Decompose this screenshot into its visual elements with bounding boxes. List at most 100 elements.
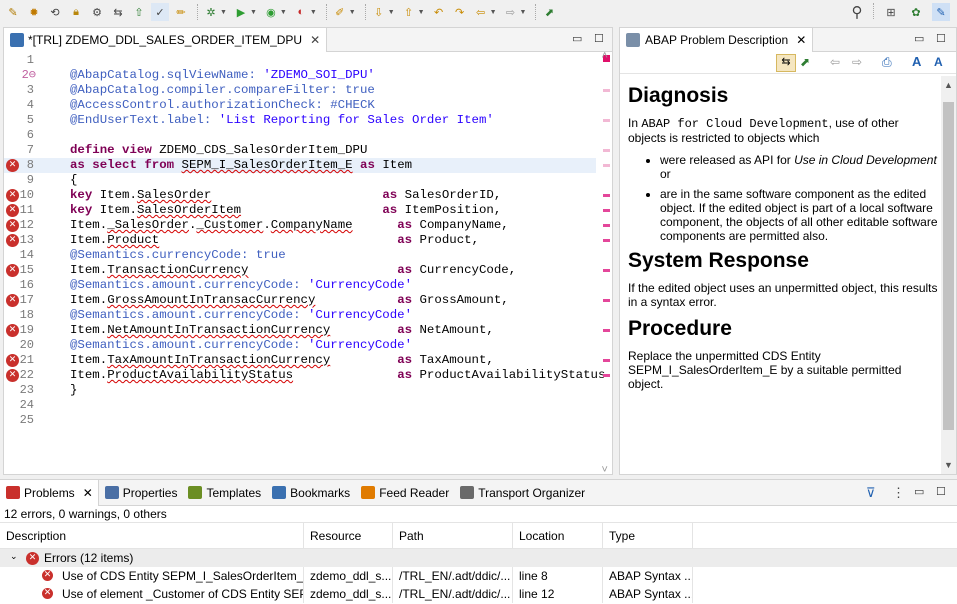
print-icon[interactable]: ⎙ (882, 55, 892, 70)
code-line[interactable]: 24 (4, 398, 596, 413)
code-line[interactable]: 7 define view ZDEMO_CDS_SalesOrderItem_DP… (4, 143, 596, 158)
back-icon[interactable]: ⇦ (472, 3, 490, 21)
error-icon[interactable]: ✕ (6, 324, 19, 337)
error-icon[interactable]: ✕ (6, 219, 19, 232)
debug-perspective-icon[interactable]: ✎ (932, 3, 950, 21)
error-icon[interactable]: ✕ (6, 354, 19, 367)
open-in-browser-icon[interactable]: ⬈ (800, 55, 810, 69)
maximize-icon[interactable]: ☐ (594, 32, 604, 45)
overview-ruler-marker[interactable] (603, 164, 610, 167)
overview-ruler-marker[interactable] (603, 224, 610, 227)
transport-icon[interactable]: ⇆ (109, 3, 127, 21)
maximize-icon[interactable]: ☐ (936, 485, 946, 498)
prev-annotation-icon[interactable]: ⇧ (400, 3, 418, 21)
back-icon[interactable]: ⇦ (830, 55, 840, 69)
error-icon[interactable]: ✕ (6, 189, 19, 202)
chevron-down-icon[interactable]: ▼ (388, 9, 395, 16)
table-row[interactable]: ✕ Use of CDS Entity SEPM_I_SalesOrderItem… (0, 567, 957, 585)
doc-tab[interactable]: ABAP Problem Description ✕ (620, 28, 814, 52)
editor-tab[interactable]: *[TRL] ZDEMO_DDL_SALES_ORDER_ITEM_DPU ✕ (4, 28, 328, 52)
code-line[interactable]: 14 @Semantics.currencyCode: true (4, 248, 596, 263)
minimize-icon[interactable]: ▭ (914, 32, 924, 45)
pen-icon[interactable]: ✏ (172, 3, 190, 21)
chevron-down-icon[interactable]: ▼ (220, 9, 227, 16)
code-line[interactable]: 11 ✕ key Item.SalesOrderItem as ItemPositi… (4, 203, 596, 218)
doc-scrollbar[interactable]: ▲ ▼ (941, 76, 956, 474)
overview-ruler-marker[interactable] (603, 194, 610, 197)
code-editor[interactable]: 1 2⊖ @AbapCatalog.sqlViewName: 'ZDEMO_SOI_… (4, 51, 612, 477)
view-menu-icon[interactable]: ⋮ (892, 485, 905, 501)
code-line[interactable]: 3 @AbapCatalog.compiler.compareFilter: tr… (4, 83, 596, 98)
overview-ruler-marker[interactable] (603, 149, 610, 152)
code-line[interactable]: 18 @Semantics.amount.currencyCode: 'Curre… (4, 308, 596, 323)
play-icon[interactable]: ▶ (232, 3, 250, 21)
chevron-down-icon[interactable]: ▼ (310, 9, 317, 16)
link-icon[interactable]: ✓ (151, 3, 169, 21)
overview-ruler-marker[interactable] (603, 374, 610, 377)
code-line[interactable]: 6 (4, 128, 596, 143)
chevron-down-icon[interactable]: ▼ (490, 9, 497, 16)
minimize-icon[interactable]: ▭ (572, 32, 582, 45)
scroll-up-icon[interactable]: ˄ (601, 51, 608, 63)
code-line[interactable]: 4 @AccessControl.authorizationCheck: #CHE… (4, 98, 596, 113)
debug-icon[interactable]: ✲ (202, 3, 220, 21)
overview-ruler-marker[interactable] (603, 119, 610, 122)
chevron-down-icon[interactable]: ▼ (418, 9, 425, 16)
code-line[interactable]: 16 @Semantics.amount.currencyCode: 'Curre… (4, 278, 596, 293)
minimize-icon[interactable]: ▭ (914, 485, 924, 498)
overview-ruler-marker[interactable] (603, 329, 610, 332)
tab-templates[interactable]: Templates (182, 480, 266, 506)
chevron-down-icon[interactable]: ⌄ (10, 551, 18, 562)
chevron-down-icon[interactable]: ▼ (250, 9, 257, 16)
filter-icon[interactable]: ⊽ (866, 485, 876, 501)
scroll-down-icon[interactable]: ▼ (944, 460, 953, 470)
code-line[interactable]: 8 ✕ as select from SEPM_I_SalesOrderItem_E… (4, 158, 596, 173)
code-line[interactable]: 13 ✕ Item.Product as Product, (4, 233, 596, 248)
table-group-row[interactable]: ⌄ ✕ Errors (12 items) (0, 549, 957, 567)
lock-icon[interactable]: 🔒︎ (67, 3, 85, 21)
close-icon[interactable]: ✕ (310, 33, 320, 47)
close-icon[interactable]: ✕ (83, 486, 93, 500)
scroll-up-icon[interactable]: ▲ (944, 80, 953, 90)
link-with-editor-icon[interactable]: ⇆ (776, 54, 796, 72)
tab-feed-reader[interactable]: Feed Reader (355, 480, 454, 506)
overview-ruler-marker[interactable] (603, 89, 610, 92)
column-header-type[interactable]: Type (603, 523, 693, 550)
scroll-thumb[interactable] (943, 102, 954, 430)
column-header-resource[interactable]: Resource (304, 523, 393, 550)
decrease-font-icon[interactable]: A (934, 55, 943, 69)
marker-icon[interactable]: ✐ (331, 3, 349, 21)
coverage-icon[interactable]: ◉ (262, 3, 280, 21)
code-line[interactable]: 23} (4, 383, 596, 398)
column-header-location[interactable]: Location (513, 523, 603, 550)
code-line[interactable]: 15 ✕ Item.TransactionCurrency as CurrencyC… (4, 263, 596, 278)
open-perspective-icon[interactable]: ⬈ (540, 3, 558, 21)
increase-font-icon[interactable]: A (912, 54, 921, 69)
tab-transport-organizer[interactable]: Transport Organizer (454, 480, 590, 506)
error-icon[interactable]: ✕ (6, 159, 19, 172)
forward-icon[interactable]: ⇨ (852, 55, 862, 69)
code-line[interactable]: 10 ✕ key Item.SalesOrder as SalesOrderID, (4, 188, 596, 203)
wizard-icon[interactable]: ✹ (25, 3, 43, 21)
chevron-down-icon[interactable]: ▼ (280, 9, 287, 16)
code-line[interactable]: 22 ✕ Item.ProductAvailabilityStatus as Pro… (4, 368, 605, 383)
error-icon[interactable]: ✕ (6, 234, 19, 247)
next-annotation-icon[interactable]: ⇩ (370, 3, 388, 21)
error-icon[interactable]: ✕ (6, 294, 19, 307)
overview-ruler-marker[interactable] (603, 239, 610, 242)
code-line[interactable]: 20 @Semantics.amount.currencyCode: 'Curre… (4, 338, 596, 353)
code-line[interactable]: 1 (4, 53, 596, 68)
activate-icon[interactable]: ⚙ (88, 3, 106, 21)
chevron-down-icon[interactable]: ▼ (349, 9, 356, 16)
tab-properties[interactable]: Properties (99, 480, 183, 506)
error-icon[interactable]: ✕ (6, 204, 19, 217)
tab-problems[interactable]: Problems ✕ (0, 479, 99, 506)
overview-ruler-marker[interactable] (603, 269, 610, 272)
error-icon[interactable]: ✕ (6, 369, 19, 382)
overview-ruler-marker[interactable] (603, 299, 610, 302)
column-header-path[interactable]: Path (393, 523, 513, 550)
abap-perspective-icon[interactable]: ✿ (907, 3, 925, 21)
code-line[interactable]: 25 (4, 413, 596, 428)
maximize-icon[interactable]: ☐ (936, 32, 946, 45)
forward-icon[interactable]: ⇨ (502, 3, 520, 21)
